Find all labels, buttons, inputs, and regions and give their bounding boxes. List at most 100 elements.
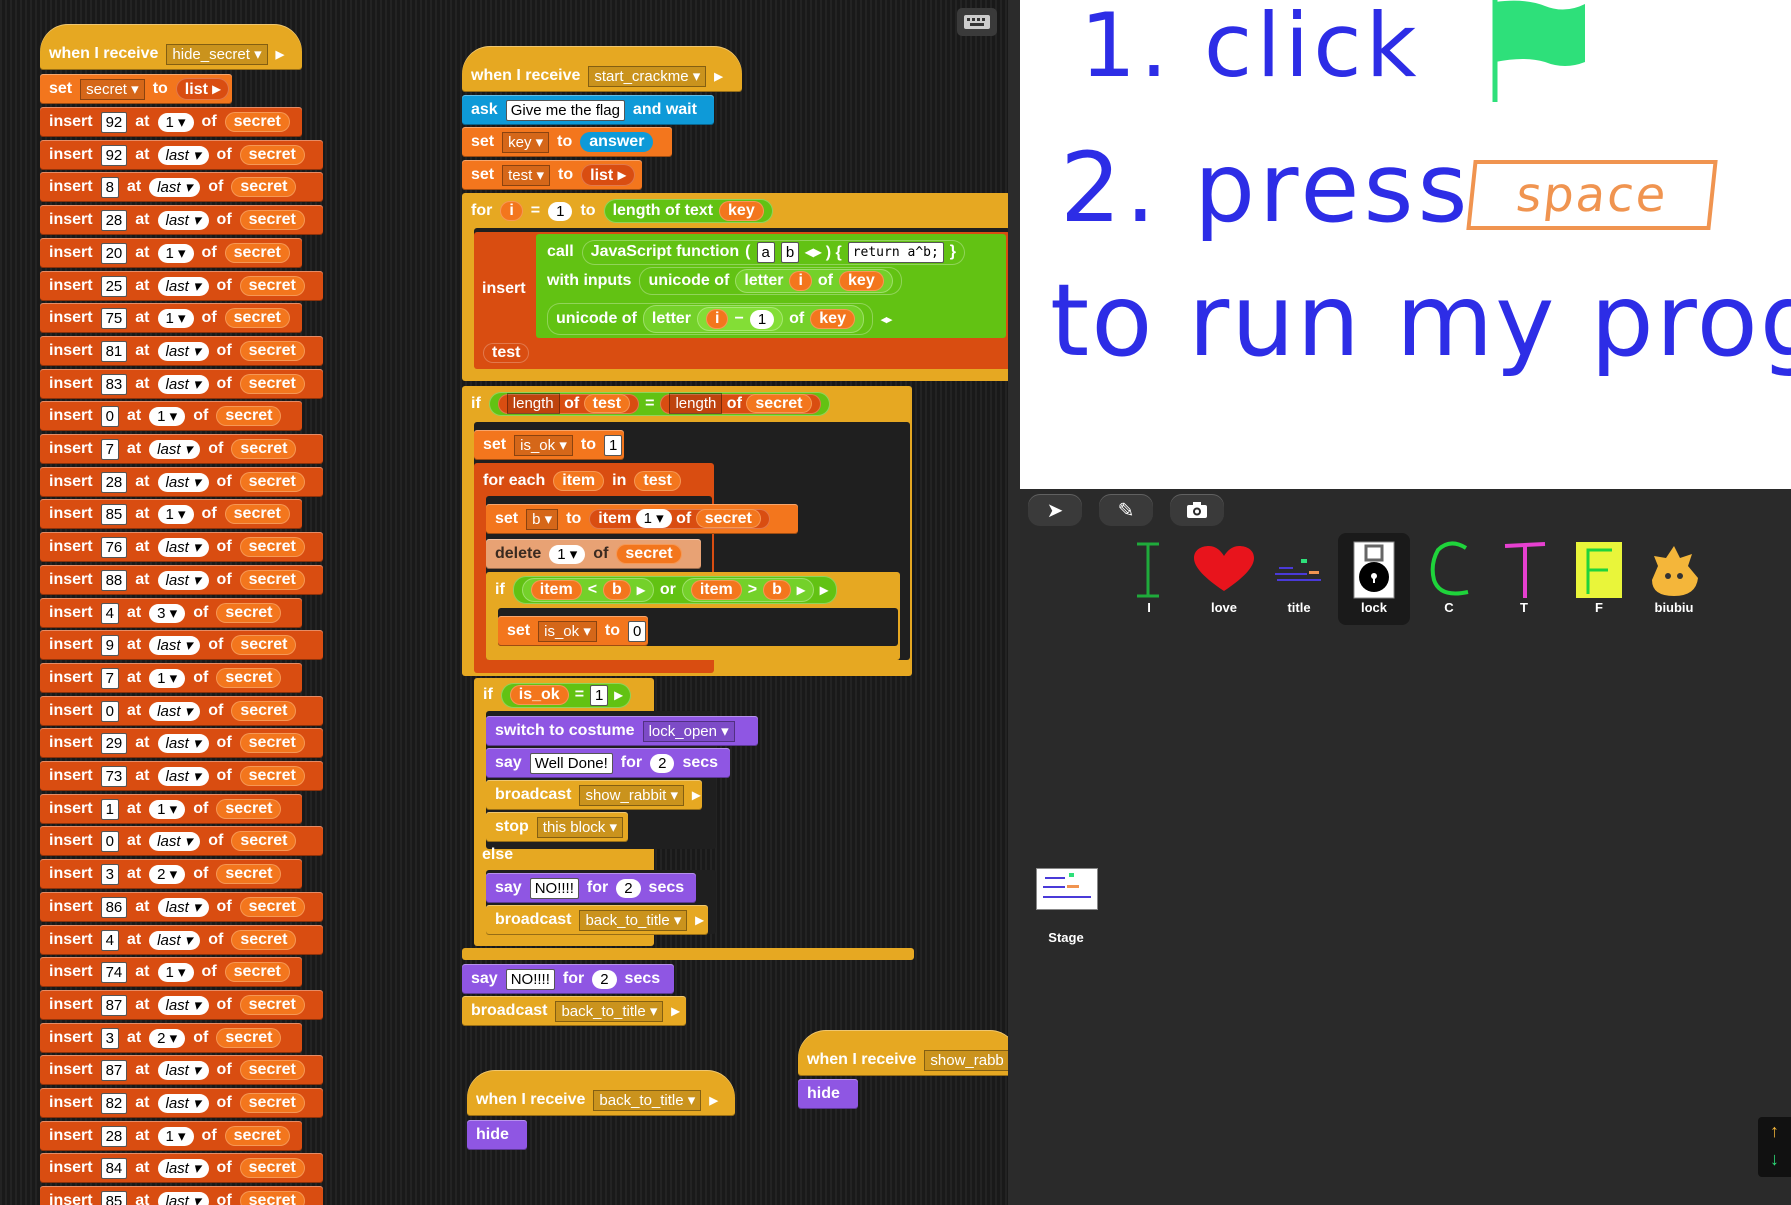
arrow-tool-icon[interactable]: ➤	[1028, 494, 1082, 526]
insert-block[interactable]: insert 87 at last ▾ of secret	[40, 990, 323, 1020]
stop-block[interactable]: stop this block ▾	[486, 812, 628, 842]
value-slot[interactable]: 20	[100, 242, 128, 264]
insert-block[interactable]: insert 3 at 2 ▾ of secret	[40, 1023, 302, 1053]
index-dropdown[interactable]: last ▾	[149, 635, 201, 655]
say-text-slot[interactable]: NO!!!!	[505, 968, 555, 990]
scripting-area[interactable]: when I receive hide_secret ▾ ▶ set secre…	[0, 0, 1008, 1205]
index-dropdown[interactable]: 1 ▾	[157, 243, 194, 263]
secret-var[interactable]: secret	[239, 570, 305, 590]
index-dropdown[interactable]: last ▾	[157, 537, 209, 557]
sprite-biubiu[interactable]: biubiu	[1637, 540, 1711, 615]
message-dropdown[interactable]: hide_secret ▾	[166, 43, 268, 65]
index-dropdown[interactable]: 2 ▾	[149, 864, 186, 884]
secret-var[interactable]: secret	[239, 766, 305, 786]
stage-thumbnail[interactable]	[1036, 868, 1098, 910]
index-dropdown[interactable]: last ▾	[157, 210, 209, 230]
i-var[interactable]: i	[500, 201, 523, 221]
var-dropdown[interactable]: test ▾	[502, 164, 551, 186]
param-a[interactable]: a	[756, 241, 775, 263]
secret-var[interactable]: secret	[239, 210, 305, 230]
secret-var[interactable]: secret	[239, 145, 305, 165]
index-dropdown[interactable]: last ▾	[149, 177, 201, 197]
value-slot[interactable]: 92	[100, 144, 128, 166]
test-var[interactable]: test	[634, 471, 681, 491]
say-text-slot[interactable]: NO!!!!	[529, 877, 579, 899]
secret-var[interactable]: secret	[216, 1028, 282, 1048]
broadcast-back-block[interactable]: broadcast back_to_title ▾ ▸	[486, 905, 708, 935]
set-isok-1-block[interactable]: set is_ok ▾ to 1	[474, 430, 624, 460]
or-predicate[interactable]: item < b ▸ or item > b ▸ ▸	[512, 576, 837, 604]
index-dropdown[interactable]: last ▾	[157, 897, 209, 917]
sprite-title[interactable]: title	[1262, 540, 1336, 615]
secret-var[interactable]: secret	[239, 472, 305, 492]
secret-var[interactable]: secret	[231, 177, 297, 197]
index-dropdown[interactable]: last ▾	[157, 733, 209, 753]
test-var[interactable]: test	[483, 343, 530, 363]
secret-var[interactable]: secret	[239, 1158, 305, 1178]
brush-tool-icon[interactable]: ✎	[1099, 494, 1153, 526]
index-dropdown[interactable]: last ▾	[157, 1191, 209, 1205]
index-dropdown[interactable]: 1 ▾	[149, 406, 186, 426]
insert-block[interactable]: insert 74 at 1 ▾ of secret	[40, 957, 302, 987]
value-slot[interactable]: 85	[100, 1190, 128, 1205]
secret-var[interactable]: secret	[231, 701, 297, 721]
message-dropdown[interactable]: start_crackme ▾	[588, 65, 707, 87]
ask-text-slot[interactable]: Give me the flag	[505, 99, 625, 121]
index-dropdown[interactable]: 1 ▾	[149, 668, 186, 688]
index-dropdown[interactable]: last ▾	[149, 439, 201, 459]
secret-var[interactable]: secret	[216, 603, 282, 623]
secs-slot[interactable]: 2	[650, 753, 675, 773]
index-dropdown[interactable]: 1 ▾	[157, 1126, 194, 1146]
say-welldone-block[interactable]: say Well Done! for 2 secs	[486, 748, 730, 778]
value-slot[interactable]: 28	[100, 209, 128, 231]
sprite-T[interactable]: T	[1487, 540, 1561, 615]
insert-block[interactable]: insert 88 at last ▾ of secret	[40, 565, 323, 595]
broadcast-back-outer-block[interactable]: broadcast back_to_title ▾ ▸	[462, 996, 686, 1026]
index-dropdown[interactable]: last ▾	[157, 276, 209, 296]
message-dropdown[interactable]: back_to_title ▾	[555, 1000, 664, 1022]
scroll-arrows[interactable]: ↑ ↓	[1758, 1117, 1791, 1177]
secret-var[interactable]: secret	[224, 112, 290, 132]
arrow-up-icon[interactable]: ↑	[1758, 1117, 1791, 1145]
index-dropdown[interactable]: last ▾	[157, 1093, 209, 1113]
index-dropdown[interactable]: 1 ▾	[149, 799, 186, 819]
secret-var[interactable]: secret	[239, 1093, 305, 1113]
value-slot[interactable]: 76	[100, 536, 128, 558]
list-reporter[interactable]: list ▸	[581, 164, 635, 186]
value-slot[interactable]: 4	[100, 929, 119, 951]
stage[interactable]: 1. click 2. press space to run my progra	[1020, 0, 1791, 489]
value-slot[interactable]: 28	[100, 1125, 128, 1147]
index-dropdown[interactable]: last ▾	[157, 1158, 209, 1178]
costume-dropdown[interactable]: lock_open ▾	[642, 720, 735, 742]
insert-block[interactable]: insert 1 at 1 ▾ of secret	[40, 794, 302, 824]
value-slot[interactable]: 87	[100, 1059, 128, 1081]
insert-block[interactable]: insert 28 at 1 ▾ of secret	[40, 1121, 302, 1151]
secret-var[interactable]: secret	[239, 995, 305, 1015]
value-slot[interactable]: 87	[100, 994, 128, 1016]
insert-block[interactable]: insert 0 at last ▾ of secret	[40, 696, 323, 726]
say-no-block[interactable]: say NO!!!! for 2 secs	[486, 873, 696, 903]
index-dropdown[interactable]: last ▾	[157, 374, 209, 394]
secret-var[interactable]: secret	[231, 930, 297, 950]
camera-tool-icon[interactable]	[1170, 494, 1224, 526]
insert-block[interactable]: insert 85 at last ▾ of secret	[40, 1186, 323, 1205]
value-slot[interactable]: 82	[100, 1092, 128, 1114]
secret-var[interactable]: secret	[224, 308, 290, 328]
secret-var[interactable]: secret	[239, 537, 305, 557]
set-test-block[interactable]: set test ▾ to list ▸	[462, 160, 642, 190]
index-dropdown[interactable]: 1 ▾	[157, 504, 194, 524]
index-dropdown[interactable]: 1 ▾	[157, 112, 194, 132]
insert-block[interactable]: insert 92 at last ▾ of secret	[40, 140, 323, 170]
index-dropdown[interactable]: last ▾	[157, 341, 209, 361]
var-dropdown[interactable]: is_ok ▾	[514, 434, 573, 456]
answer-reporter[interactable]: answer	[580, 132, 654, 152]
secret-var[interactable]: secret	[239, 1191, 305, 1205]
sprite-F[interactable]: F	[1562, 540, 1636, 615]
hat-block-hide-secret[interactable]: when I receive hide_secret ▾ ▶	[40, 24, 302, 70]
hat-block-show-rabbit[interactable]: when I receive show_rabb	[798, 1030, 1008, 1076]
ask-block[interactable]: ask Give me the flag and wait	[462, 95, 714, 125]
value-slot[interactable]: 83	[100, 373, 128, 395]
insert-block[interactable]: insert 73 at last ▾ of secret	[40, 761, 323, 791]
value-slot[interactable]: 3	[100, 1027, 119, 1049]
secs-slot[interactable]: 2	[616, 878, 641, 898]
